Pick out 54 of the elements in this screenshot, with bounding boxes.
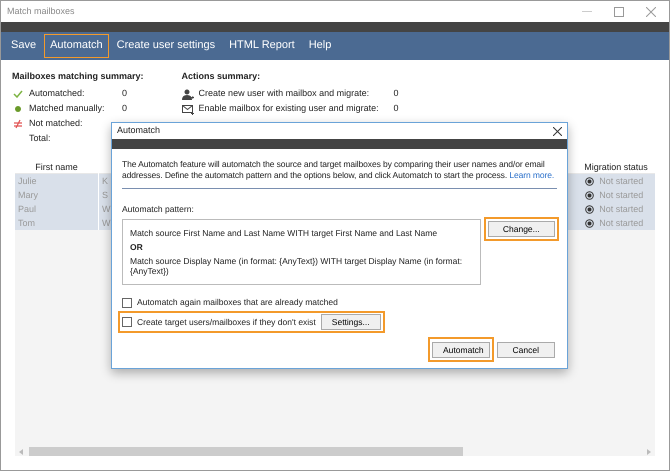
pattern-text: OR (130, 242, 144, 252)
column-header[interactable]: Migration status (577, 160, 655, 174)
checkbox[interactable] (122, 317, 132, 328)
minimize-icon[interactable] (582, 10, 592, 13)
scroll-left-icon (19, 448, 23, 454)
window-title: Match mailboxes (7, 4, 75, 18)
menu-item[interactable]: Help (302, 34, 338, 58)
summary-title: Mailboxes matching summary: (12, 70, 144, 83)
learn-more-link[interactable]: Learn more. (509, 170, 554, 180)
option-label: Create target users/mailboxes if they don't exist (137, 316, 316, 329)
menu-item[interactable]: Save (5, 34, 42, 58)
pattern-text: Match source First Name and Last Name WITH target First Name and Last Name (130, 228, 438, 238)
table-cell: Tom (15, 216, 99, 230)
summary-value: 0 (394, 102, 399, 116)
summary-title: Actions summary: (182, 70, 262, 83)
settings-button[interactable]: Settings... (320, 314, 381, 330)
summary-value: 0 (122, 102, 128, 116)
summary-label: Automatched: (29, 87, 86, 100)
pattern-label: Automatch pattern: (122, 202, 195, 216)
close-icon[interactable] (553, 126, 562, 136)
summary-label: Not matched: (29, 117, 84, 130)
description-text: The Automatch feature will automatch the source and target mailboxes by comparing their user names and/or email addresses. Define the automatch pattern and the options below, and click Automatch to start the process. Learn more. (122, 159, 557, 189)
option-label: Automatch again mailboxes that are already matched (137, 296, 338, 310)
pattern-text: Match source Display Name (in format: {AnyText}) WITH target Display Name (in format: {AnyText}) (130, 256, 464, 276)
summary-value: 0 (394, 87, 399, 100)
user-add-icon (182, 88, 194, 100)
summary-value: 0 (122, 87, 128, 100)
status-text: Not started (598, 203, 644, 216)
checkbox[interactable] (122, 298, 132, 308)
menu-item[interactable]: Automatch (44, 34, 109, 58)
menu-item[interactable]: HTML Report (223, 34, 301, 58)
menu-item[interactable]: Create user settings (110, 34, 222, 58)
table-cell-text: W (101, 203, 110, 216)
summary-label: Total: (29, 132, 52, 146)
dialog-button[interactable]: Automatch (432, 342, 490, 358)
scroll-right-icon (647, 448, 651, 454)
dialog-title: Automatch (117, 124, 160, 138)
change-button[interactable]: Change... (488, 220, 555, 238)
not-equal-icon (13, 119, 23, 129)
table-cell-text: S (101, 189, 108, 202)
summary-label: Matched manually: (29, 102, 106, 116)
table-cell-text: K (101, 175, 108, 188)
scrollbar-thumb[interactable] (29, 447, 463, 456)
maximize-icon[interactable] (614, 6, 624, 16)
summary-label: Enable mailbox for existing user and migrate: (198, 102, 380, 116)
table-cell-text: W (101, 217, 110, 230)
summary-label: Create new user with mailbox and migrate: (198, 87, 370, 100)
status-text: Not started (598, 189, 644, 202)
dot-icon (14, 105, 22, 113)
status-text: Not started (598, 217, 644, 230)
status-text: Not started (598, 175, 644, 188)
envelope-icon (182, 104, 194, 114)
check-icon (13, 89, 23, 99)
dialog-button[interactable]: Cancel (496, 342, 555, 358)
